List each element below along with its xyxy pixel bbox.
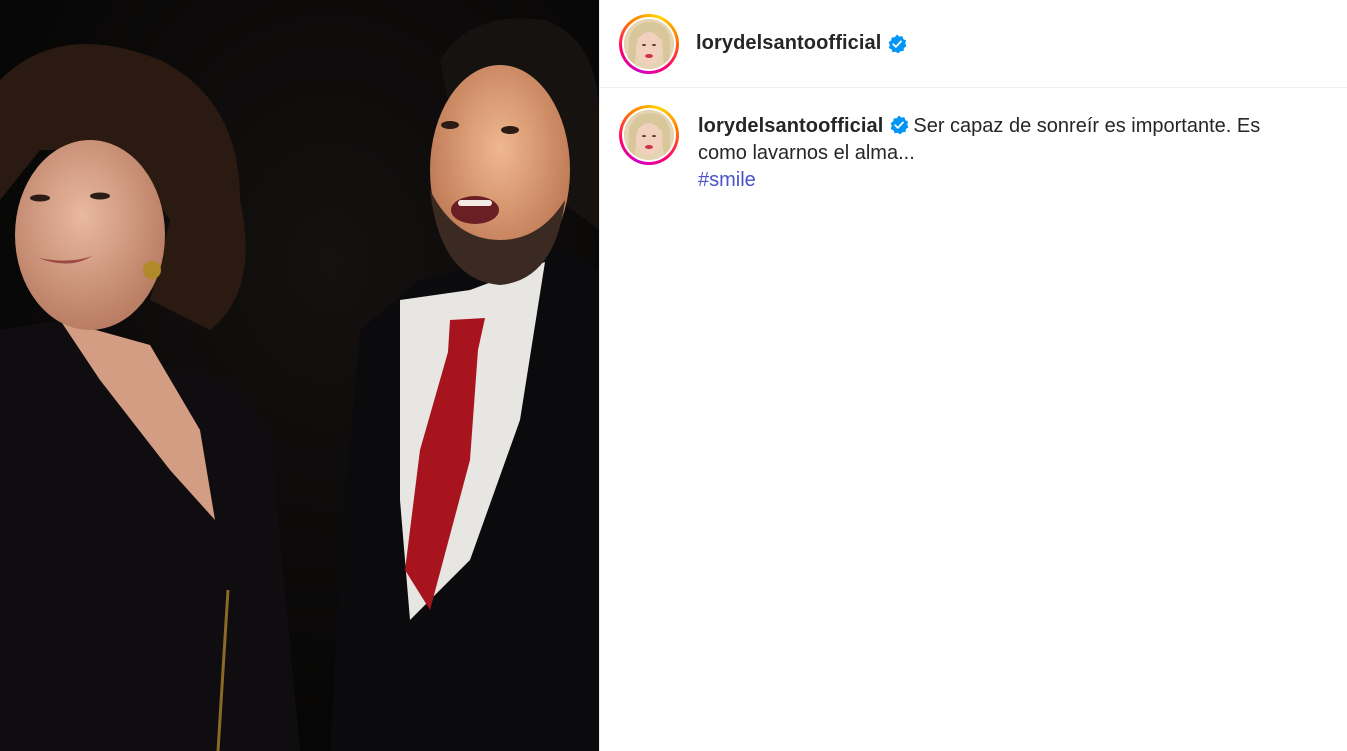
post-photo[interactable] — [0, 0, 599, 751]
post-caption: lorydelsantoofficial Ser capaz de sonreí… — [600, 88, 1347, 194]
post-image — [0, 0, 599, 751]
caption-username[interactable]: lorydelsantoofficial — [698, 115, 883, 137]
verified-badge-icon — [887, 34, 907, 54]
author-avatar[interactable] — [619, 13, 679, 74]
instagram-post: lorydelsantoofficial lorydelsantoofficia… — [0, 0, 1347, 751]
verified-badge-icon — [889, 115, 909, 135]
post-header: lorydelsantoofficial — [600, 0, 1347, 88]
caption-author-avatar[interactable] — [619, 105, 679, 165]
hashtag-link[interactable]: #smile — [698, 167, 1298, 194]
avatar-image — [624, 110, 674, 160]
caption-body: lorydelsantoofficial Ser capaz de sonreí… — [698, 105, 1298, 194]
avatar-image — [624, 18, 674, 69]
post-side-panel: lorydelsantoofficial lorydelsantoofficia… — [599, 0, 1347, 751]
author-username[interactable]: lorydelsantoofficial — [696, 32, 881, 55]
